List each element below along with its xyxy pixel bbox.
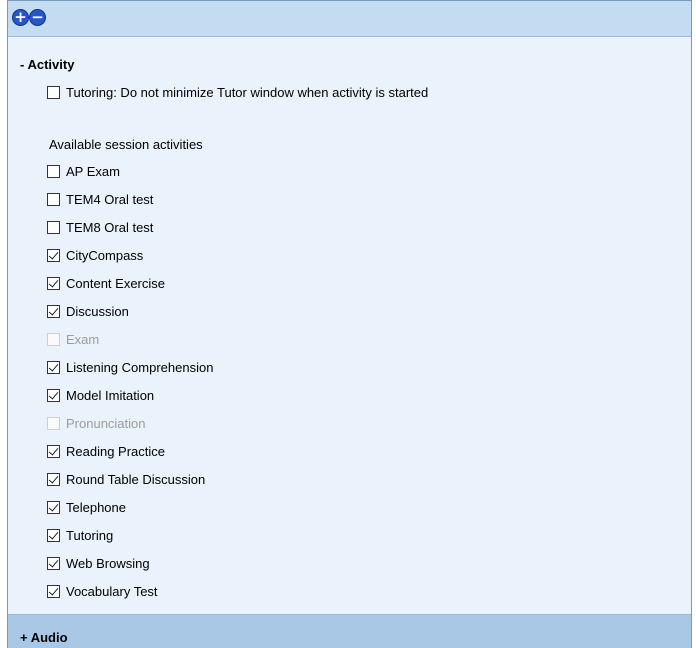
audio-section-header[interactable]: + Audio bbox=[20, 630, 68, 645]
audio-section-bar[interactable]: + Audio bbox=[8, 614, 691, 648]
settings-panel: + − - Activity Tutoring: Do not minimize… bbox=[7, 0, 692, 648]
activity-item: Pronunciation bbox=[47, 414, 146, 432]
activity-checkbox[interactable] bbox=[47, 360, 60, 374]
activity-label: Round Table Discussion bbox=[66, 471, 206, 487]
tutoring-option-label: Tutoring: Do not minimize Tutor window w… bbox=[66, 84, 429, 100]
activity-label: Web Browsing bbox=[66, 555, 150, 571]
activity-label: TEM4 Oral test bbox=[66, 191, 154, 207]
plus-circle-icon[interactable]: + bbox=[12, 9, 29, 26]
activity-label: Vocabulary Test bbox=[66, 583, 158, 599]
available-activities-label: Available session activities bbox=[49, 137, 203, 152]
activity-label: Discussion bbox=[66, 303, 129, 319]
activity-checkbox bbox=[47, 416, 60, 430]
activity-checkbox[interactable] bbox=[47, 472, 60, 486]
activity-section-header[interactable]: - Activity bbox=[20, 57, 74, 72]
activity-item[interactable]: TEM8 Oral test bbox=[47, 218, 153, 236]
activity-label: Pronunciation bbox=[66, 415, 146, 431]
activity-checkbox[interactable] bbox=[47, 444, 60, 458]
activity-label: CityCompass bbox=[66, 247, 144, 263]
activity-label: Tutoring bbox=[66, 527, 114, 543]
activity-checkbox[interactable] bbox=[47, 584, 60, 598]
activity-checkbox[interactable] bbox=[47, 192, 60, 206]
tutoring-option-checkbox[interactable] bbox=[47, 85, 60, 99]
activity-item[interactable]: Telephone bbox=[47, 498, 126, 516]
activity-label: Content Exercise bbox=[66, 275, 165, 291]
activity-label: Telephone bbox=[66, 499, 126, 515]
activity-label: Listening Comprehension bbox=[66, 359, 214, 375]
activity-label: Model Imitation bbox=[66, 387, 155, 403]
activity-item[interactable]: Round Table Discussion bbox=[47, 470, 205, 488]
activity-item[interactable]: Listening Comprehension bbox=[47, 358, 213, 376]
activity-label: Exam bbox=[66, 331, 100, 347]
activity-item[interactable]: Vocabulary Test bbox=[47, 582, 158, 600]
activity-item[interactable]: CityCompass bbox=[47, 246, 143, 264]
activity-item[interactable]: AP Exam bbox=[47, 162, 120, 180]
activity-checkbox[interactable] bbox=[47, 500, 60, 514]
activity-checkbox[interactable] bbox=[47, 556, 60, 570]
activity-label: AP Exam bbox=[66, 163, 120, 179]
activity-item[interactable]: Model Imitation bbox=[47, 386, 154, 404]
activity-label: TEM8 Oral test bbox=[66, 219, 154, 235]
activity-checkbox[interactable] bbox=[47, 388, 60, 402]
activity-checkbox[interactable] bbox=[47, 248, 60, 262]
activity-checkbox[interactable] bbox=[47, 220, 60, 234]
activity-checkbox bbox=[47, 332, 60, 346]
activity-item[interactable]: Discussion bbox=[47, 302, 129, 320]
activity-item[interactable]: Web Browsing bbox=[47, 554, 150, 572]
activity-checkbox[interactable] bbox=[47, 528, 60, 542]
minus-circle-icon[interactable]: − bbox=[29, 9, 46, 26]
tutoring-option-row[interactable]: Tutoring: Do not minimize Tutor window w… bbox=[47, 83, 428, 101]
activity-checkbox[interactable] bbox=[47, 276, 60, 290]
activity-label: Reading Practice bbox=[66, 443, 165, 459]
toolbar: + − bbox=[8, 1, 691, 37]
activity-item[interactable]: Content Exercise bbox=[47, 274, 165, 292]
activity-checkbox[interactable] bbox=[47, 304, 60, 318]
activity-item: Exam bbox=[47, 330, 99, 348]
activity-item[interactable]: TEM4 Oral test bbox=[47, 190, 153, 208]
activity-item[interactable]: Tutoring bbox=[47, 526, 113, 544]
activity-checkbox[interactable] bbox=[47, 164, 60, 178]
activity-item[interactable]: Reading Practice bbox=[47, 442, 165, 460]
